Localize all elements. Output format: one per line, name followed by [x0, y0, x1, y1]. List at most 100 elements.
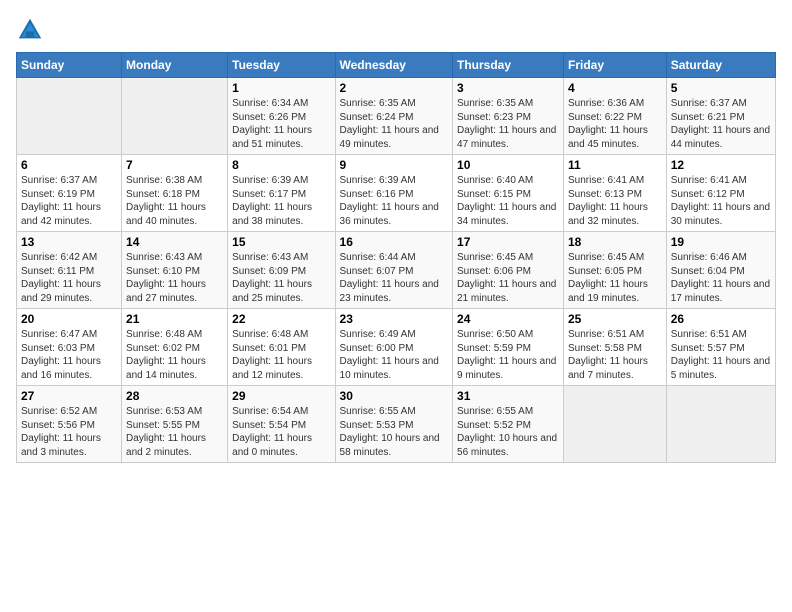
day-info: Sunrise: 6:37 AMSunset: 6:21 PMDaylight:…	[671, 97, 771, 151]
calendar-cell: 16 Sunrise: 6:44 AMSunset: 6:07 PMDayligh…	[335, 232, 453, 309]
calendar-cell: 25Sunrise: 6:51 AMSunset: 5:58 PMDayligh…	[564, 309, 667, 386]
day-number: 11	[568, 158, 662, 172]
day-info: Sunrise: 6:34 AMSunset: 6:26 PMDaylight:…	[232, 97, 330, 151]
calendar-cell: 1 Sunrise: 6:34 AMSunset: 6:26 PMDaylight…	[228, 78, 335, 155]
day-number: 28	[126, 389, 223, 403]
day-info: Sunrise: 6:37 AMSunset: 6:19 PMDaylight:…	[21, 174, 117, 228]
calendar-cell: 30Sunrise: 6:55 AMSunset: 5:53 PMDayligh…	[335, 386, 453, 463]
day-info: Sunrise: 6:53 AMSunset: 5:55 PMDaylight:…	[126, 405, 223, 459]
day-number: 6	[21, 158, 117, 172]
day-number: 15	[232, 235, 330, 249]
calendar-cell: 3 Sunrise: 6:35 AMSunset: 6:23 PMDaylight…	[453, 78, 564, 155]
day-info: Sunrise: 6:43 AMSunset: 6:09 PMDaylight:…	[232, 251, 330, 305]
col-header-tuesday: Tuesday	[228, 53, 335, 78]
day-info: Sunrise: 6:51 AMSunset: 5:57 PMDaylight:…	[671, 328, 771, 382]
calendar-cell: 8 Sunrise: 6:39 AMSunset: 6:17 PMDaylight…	[228, 155, 335, 232]
calendar-cell: 21 Sunrise: 6:48 AMSunset: 6:02 PMDayligh…	[122, 309, 228, 386]
col-header-saturday: Saturday	[666, 53, 775, 78]
calendar-week-1: 1 Sunrise: 6:34 AMSunset: 6:26 PMDaylight…	[17, 78, 776, 155]
calendar-cell	[564, 386, 667, 463]
day-info: Sunrise: 6:44 AMSunset: 6:07 PMDaylight:…	[340, 251, 449, 305]
day-info: Sunrise: 6:49 AMSunset: 6:00 PMDaylight:…	[340, 328, 449, 382]
day-number: 1	[232, 81, 330, 95]
calendar-cell: 24 Sunrise: 6:50 AMSunset: 5:59 PMDayligh…	[453, 309, 564, 386]
calendar-week-3: 13 Sunrise: 6:42 AMSunset: 6:11 PMDayligh…	[17, 232, 776, 309]
calendar-cell: 14 Sunrise: 6:43 AMSunset: 6:10 PMDayligh…	[122, 232, 228, 309]
day-number: 9	[340, 158, 449, 172]
day-number: 29	[232, 389, 330, 403]
logo-icon	[16, 16, 44, 44]
day-info: Sunrise: 6:50 AMSunset: 5:59 PMDaylight:…	[457, 328, 559, 382]
day-number: 10	[457, 158, 559, 172]
calendar-week-4: 20 Sunrise: 6:47 AMSunset: 6:03 PMDayligh…	[17, 309, 776, 386]
day-info: Sunrise: 6:55 AMSunset: 5:53 PMDaylight:…	[340, 405, 449, 459]
calendar-cell: 23 Sunrise: 6:49 AMSunset: 6:00 PMDayligh…	[335, 309, 453, 386]
day-info: Sunrise: 6:45 AMSunset: 6:05 PMDaylight:…	[568, 251, 662, 305]
calendar-cell: 22 Sunrise: 6:48 AMSunset: 6:01 PMDayligh…	[228, 309, 335, 386]
day-info: Sunrise: 6:43 AMSunset: 6:10 PMDaylight:…	[126, 251, 223, 305]
day-number: 23	[340, 312, 449, 326]
day-info: Sunrise: 6:55 AMSunset: 5:52 PMDaylight:…	[457, 405, 559, 459]
day-number: 14	[126, 235, 223, 249]
calendar-cell: 13 Sunrise: 6:42 AMSunset: 6:11 PMDayligh…	[17, 232, 122, 309]
calendar-cell: 10 Sunrise: 6:40 AMSunset: 6:15 PMDayligh…	[453, 155, 564, 232]
logo	[16, 16, 48, 44]
calendar-table: SundayMondayTuesdayWednesdayThursdayFrid…	[16, 52, 776, 463]
calendar-cell: 29 Sunrise: 6:54 AMSunset: 5:54 PMDayligh…	[228, 386, 335, 463]
day-info: Sunrise: 6:39 AMSunset: 6:16 PMDaylight:…	[340, 174, 449, 228]
calendar-cell	[666, 386, 775, 463]
day-number: 19	[671, 235, 771, 249]
day-number: 25	[568, 312, 662, 326]
day-info: Sunrise: 6:35 AMSunset: 6:23 PMDaylight:…	[457, 97, 559, 151]
day-number: 22	[232, 312, 330, 326]
calendar-cell: 12 Sunrise: 6:41 AMSunset: 6:12 PMDayligh…	[666, 155, 775, 232]
day-info: Sunrise: 6:42 AMSunset: 6:11 PMDaylight:…	[21, 251, 117, 305]
day-info: Sunrise: 6:40 AMSunset: 6:15 PMDaylight:…	[457, 174, 559, 228]
col-header-thursday: Thursday	[453, 53, 564, 78]
day-info: Sunrise: 6:36 AMSunset: 6:22 PMDaylight:…	[568, 97, 662, 151]
page-header	[16, 16, 776, 44]
col-header-monday: Monday	[122, 53, 228, 78]
day-number: 7	[126, 158, 223, 172]
day-number: 4	[568, 81, 662, 95]
day-number: 21	[126, 312, 223, 326]
calendar-cell: 26 Sunrise: 6:51 AMSunset: 5:57 PMDayligh…	[666, 309, 775, 386]
calendar-cell: 17Sunrise: 6:45 AMSunset: 6:06 PMDayligh…	[453, 232, 564, 309]
calendar-cell: 4 Sunrise: 6:36 AMSunset: 6:22 PMDaylight…	[564, 78, 667, 155]
calendar-cell: 27Sunrise: 6:52 AMSunset: 5:56 PMDayligh…	[17, 386, 122, 463]
calendar-cell: 15 Sunrise: 6:43 AMSunset: 6:09 PMDayligh…	[228, 232, 335, 309]
col-header-friday: Friday	[564, 53, 667, 78]
day-number: 8	[232, 158, 330, 172]
day-number: 5	[671, 81, 771, 95]
day-number: 26	[671, 312, 771, 326]
calendar-header-row: SundayMondayTuesdayWednesdayThursdayFrid…	[17, 53, 776, 78]
day-info: Sunrise: 6:48 AMSunset: 6:02 PMDaylight:…	[126, 328, 223, 382]
day-info: Sunrise: 6:35 AMSunset: 6:24 PMDaylight:…	[340, 97, 449, 151]
day-info: Sunrise: 6:39 AMSunset: 6:17 PMDaylight:…	[232, 174, 330, 228]
day-info: Sunrise: 6:47 AMSunset: 6:03 PMDaylight:…	[21, 328, 117, 382]
calendar-cell: 9 Sunrise: 6:39 AMSunset: 6:16 PMDaylight…	[335, 155, 453, 232]
day-number: 24	[457, 312, 559, 326]
day-number: 18	[568, 235, 662, 249]
day-info: Sunrise: 6:48 AMSunset: 6:01 PMDaylight:…	[232, 328, 330, 382]
col-header-wednesday: Wednesday	[335, 53, 453, 78]
day-info: Sunrise: 6:41 AMSunset: 6:13 PMDaylight:…	[568, 174, 662, 228]
day-number: 13	[21, 235, 117, 249]
calendar-cell: 2 Sunrise: 6:35 AMSunset: 6:24 PMDaylight…	[335, 78, 453, 155]
calendar-cell: 28 Sunrise: 6:53 AMSunset: 5:55 PMDayligh…	[122, 386, 228, 463]
calendar-cell: 31 Sunrise: 6:55 AMSunset: 5:52 PMDayligh…	[453, 386, 564, 463]
calendar-cell: 5 Sunrise: 6:37 AMSunset: 6:21 PMDaylight…	[666, 78, 775, 155]
day-number: 20	[21, 312, 117, 326]
day-number: 2	[340, 81, 449, 95]
day-number: 12	[671, 158, 771, 172]
day-number: 31	[457, 389, 559, 403]
calendar-cell: 20 Sunrise: 6:47 AMSunset: 6:03 PMDayligh…	[17, 309, 122, 386]
calendar-cell: 7Sunrise: 6:38 AMSunset: 6:18 PMDaylight…	[122, 155, 228, 232]
day-number: 17	[457, 235, 559, 249]
day-info: Sunrise: 6:41 AMSunset: 6:12 PMDaylight:…	[671, 174, 771, 228]
day-number: 16	[340, 235, 449, 249]
day-number: 3	[457, 81, 559, 95]
calendar-cell: 18 Sunrise: 6:45 AMSunset: 6:05 PMDayligh…	[564, 232, 667, 309]
day-info: Sunrise: 6:54 AMSunset: 5:54 PMDaylight:…	[232, 405, 330, 459]
calendar-cell	[17, 78, 122, 155]
